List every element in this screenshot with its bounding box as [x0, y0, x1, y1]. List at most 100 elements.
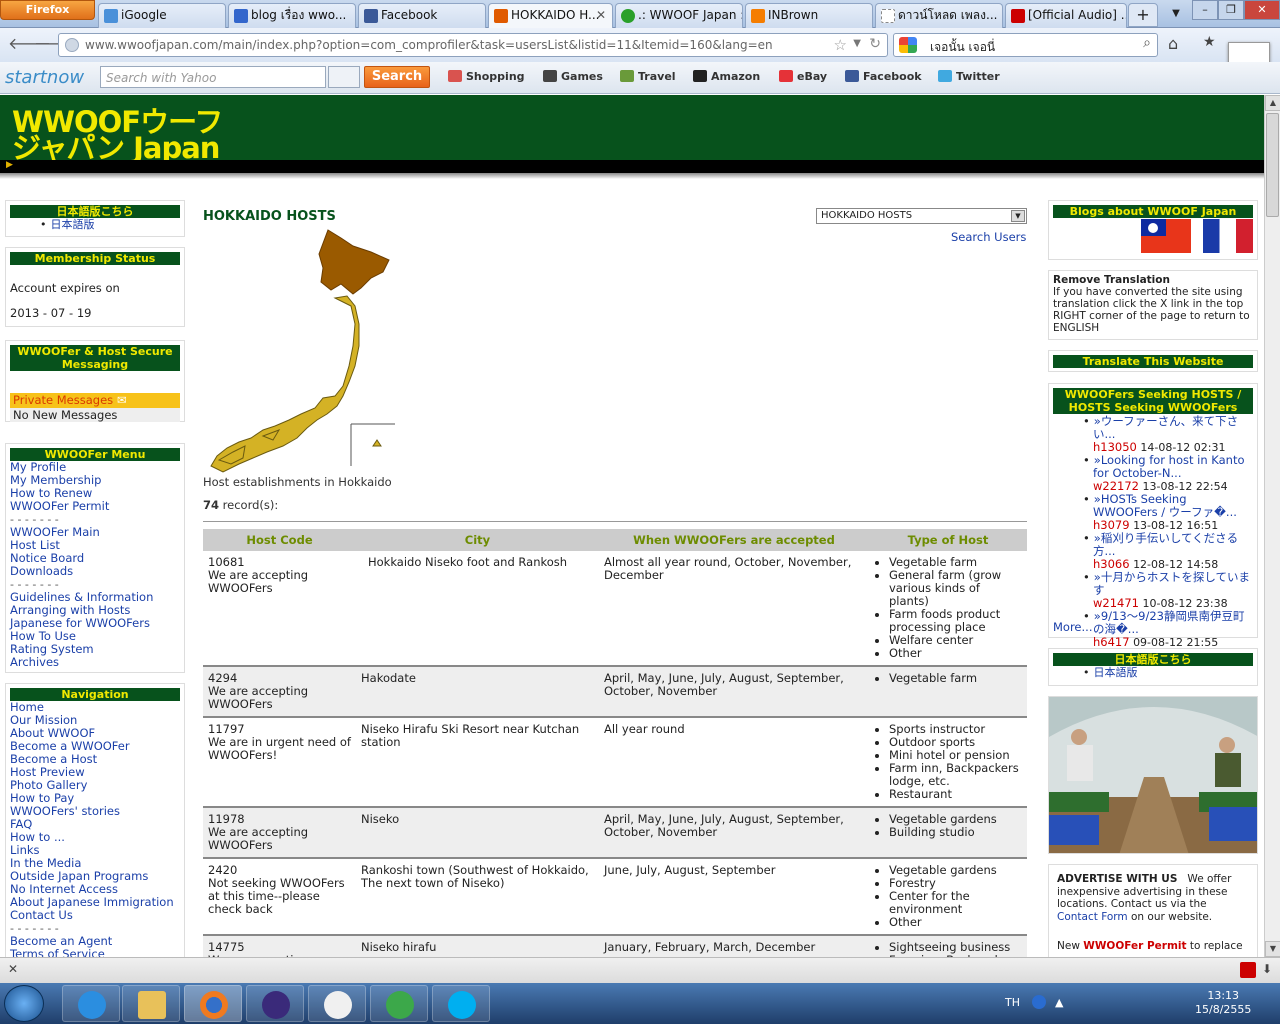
scrollbar-thumb[interactable]	[1266, 113, 1279, 217]
search-users-link[interactable]: Search Users	[951, 230, 1026, 244]
tab-hokkaido-hosts[interactable]: HOKKAIDO H... ✕	[488, 3, 613, 29]
search-icon[interactable]: ⌕	[1143, 35, 1151, 51]
help-icon[interactable]	[1031, 995, 1046, 1009]
browser-search-bar[interactable]: เจอนั้น เจอนี่ ⌕	[893, 33, 1158, 57]
account-date: 2013 - 07 - 19	[10, 306, 92, 320]
post-author-id[interactable]: w21471	[1093, 596, 1139, 610]
chevron-down-icon[interactable]: ▼	[1011, 210, 1025, 222]
translate-header[interactable]: Translate This Website	[1053, 355, 1253, 368]
toolbar-link-games[interactable]: Games	[543, 70, 603, 83]
post-author-id[interactable]: h3066	[1093, 557, 1130, 571]
post-link[interactable]: »十月からホストを探しています	[1093, 571, 1253, 597]
table-row[interactable]: 11978 We are accepting WWOOFers Niseko Apri…	[203, 807, 1027, 859]
scroll-up-icon[interactable]: ▲	[1265, 95, 1280, 111]
tab-igoogle[interactable]: iGoogle	[98, 3, 226, 28]
site-identity-icon[interactable]	[65, 38, 79, 52]
keep-tube-icon[interactable]	[1240, 962, 1256, 978]
restore-button[interactable]: ❐	[1218, 0, 1244, 20]
tab-blog[interactable]: blog เรื่อง wwo...	[228, 3, 356, 28]
nav-item[interactable]: Contact Us	[10, 909, 184, 922]
taskbar-bittorrent[interactable]	[246, 985, 304, 1022]
new-tab-button[interactable]: +	[1128, 3, 1158, 27]
taskbar-skype[interactable]	[432, 985, 490, 1022]
close-window-button[interactable]: ✕	[1244, 0, 1280, 20]
host-list-select[interactable]: HOKKAIDO HOSTS ▼	[816, 208, 1027, 224]
column-header-when[interactable]: When WWOOFers are accepted	[599, 529, 869, 551]
reload-icon[interactable]: ↻	[869, 36, 881, 52]
france-flag-icon[interactable]	[1203, 219, 1253, 253]
private-messages-link[interactable]: Private Messages ✉	[10, 393, 180, 408]
taskbar-explorer[interactable]	[122, 985, 180, 1022]
taskbar-gtalk[interactable]	[308, 985, 366, 1022]
tab-facebook[interactable]: Facebook	[358, 3, 486, 28]
clock[interactable]: 13:13 15/8/2555	[1195, 989, 1251, 1017]
forward-button[interactable]: 🡒	[34, 34, 77, 54]
envelope-icon: ✉	[116, 393, 127, 407]
post-author-id[interactable]: h3079	[1093, 518, 1130, 532]
table-row[interactable]: 11797 We are in urgent need of WWOOFers! N…	[203, 717, 1027, 808]
toolbar-link-amazon[interactable]: Amazon	[693, 70, 760, 83]
table-row[interactable]: 10681 We are accepting WWOOFers Hokkaido N…	[203, 551, 1027, 667]
menu-item[interactable]: Archives	[10, 656, 184, 669]
yahoo-search-button[interactable]: Search	[364, 66, 430, 88]
lang-link[interactable]: 日本語版	[50, 218, 95, 231]
post-link[interactable]: »9/13〜9/23静岡県南伊豆町の海�...	[1093, 610, 1253, 636]
bookmarks-icon[interactable]: ★	[1203, 34, 1216, 50]
right-lang-link[interactable]: 日本語版	[1093, 666, 1138, 679]
column-header-city[interactable]: City	[356, 529, 599, 551]
post-link[interactable]: »HOSTs Seeking WWOOFers / ウーファ�...	[1093, 493, 1253, 519]
nav-item[interactable]: WWOOFers' stories	[10, 805, 184, 818]
column-header-type[interactable]: Type of Host	[869, 529, 1027, 551]
menu-item[interactable]: Downloads	[10, 565, 184, 578]
more-link[interactable]: More...	[1053, 621, 1092, 634]
table-row[interactable]: 2420 Not seeking WWOOFers at this time--p…	[203, 858, 1027, 936]
browser-search-input[interactable]: เจอนั้น เจอนี่	[930, 38, 995, 57]
page-scrollbar[interactable]: ▲ ▼	[1264, 95, 1280, 957]
permit-link[interactable]: WWOOFer Permit	[1083, 940, 1186, 952]
chevron-up-icon[interactable]: ▲	[1055, 996, 1063, 1009]
post-link[interactable]: »稲刈り手伝いしてくださる方...	[1093, 532, 1253, 558]
post-link[interactable]: »Looking for host in Kanto for October-N…	[1093, 454, 1253, 480]
taiwan-flag-icon[interactable]	[1141, 219, 1191, 253]
toolbar-link-shopping[interactable]: Shopping	[448, 70, 525, 83]
search-engine-dropdown[interactable]	[328, 66, 360, 88]
url-dropdown-icon[interactable]: ▼	[853, 38, 861, 49]
column-header-host-code[interactable]: Host Code	[203, 529, 356, 551]
bittorrent-icon	[262, 991, 290, 1019]
contact-form-link[interactable]: Contact Form	[1057, 911, 1128, 923]
toolbar-link-twitter[interactable]: Twitter	[938, 70, 1000, 83]
close-icon[interactable]: ✕	[8, 962, 18, 976]
bookmark-star-icon[interactable]: ☆	[834, 36, 847, 54]
tab-official-audio[interactable]: [Official Audio] ...	[1005, 3, 1127, 28]
post-author-id[interactable]: h6417	[1093, 635, 1130, 649]
toolbar-link-ebay[interactable]: eBay	[779, 70, 827, 83]
menu-item[interactable]: WWOOFer Permit	[10, 500, 184, 513]
back-button[interactable]: 🡐	[8, 34, 51, 54]
tab-wwoof-japan[interactable]: .: WWOOF Japan :.	[615, 3, 743, 28]
post-author-id[interactable]: w22172	[1093, 479, 1139, 493]
google-icon[interactable]	[899, 37, 917, 53]
taskbar-messenger[interactable]	[370, 985, 428, 1022]
download-icon[interactable]: ⬇	[1262, 962, 1272, 976]
taskbar-ie[interactable]	[62, 985, 120, 1022]
toolbar-link-travel[interactable]: Travel	[620, 70, 676, 83]
url-bar[interactable]: www.wwoofjapan.com/main/index.php?option…	[58, 33, 888, 57]
start-button[interactable]	[4, 985, 44, 1022]
language-indicator[interactable]: TH	[1005, 996, 1020, 1009]
minimize-button[interactable]: –	[1192, 0, 1218, 20]
toolbar-link-facebook[interactable]: Facebook	[845, 70, 922, 83]
tab-list-button[interactable]: ▼	[1162, 3, 1190, 27]
tab-inbrown[interactable]: INBrown	[745, 3, 873, 28]
close-tab-icon[interactable]: ✕	[596, 4, 606, 26]
startnow-logo[interactable]: startnow	[5, 67, 84, 88]
post-author-id[interactable]: h13050	[1093, 440, 1137, 454]
scroll-down-icon[interactable]: ▼	[1265, 941, 1280, 957]
table-row[interactable]: 4294 We are accepting WWOOFers Hakodate Apr…	[203, 666, 1027, 718]
post-link[interactable]: »ウーファーさん、来て下さい...	[1093, 415, 1253, 441]
city-cell: Hakodate	[356, 666, 599, 718]
firefox-menu-button[interactable]: Firefox	[0, 0, 95, 20]
taskbar-firefox[interactable]	[184, 985, 242, 1022]
tab-download[interactable]: ดาวน์โหลด เพลง...	[875, 3, 1003, 28]
home-icon[interactable]: ⌂	[1168, 34, 1178, 53]
yahoo-search-input[interactable]: Search with Yahoo	[100, 66, 326, 88]
